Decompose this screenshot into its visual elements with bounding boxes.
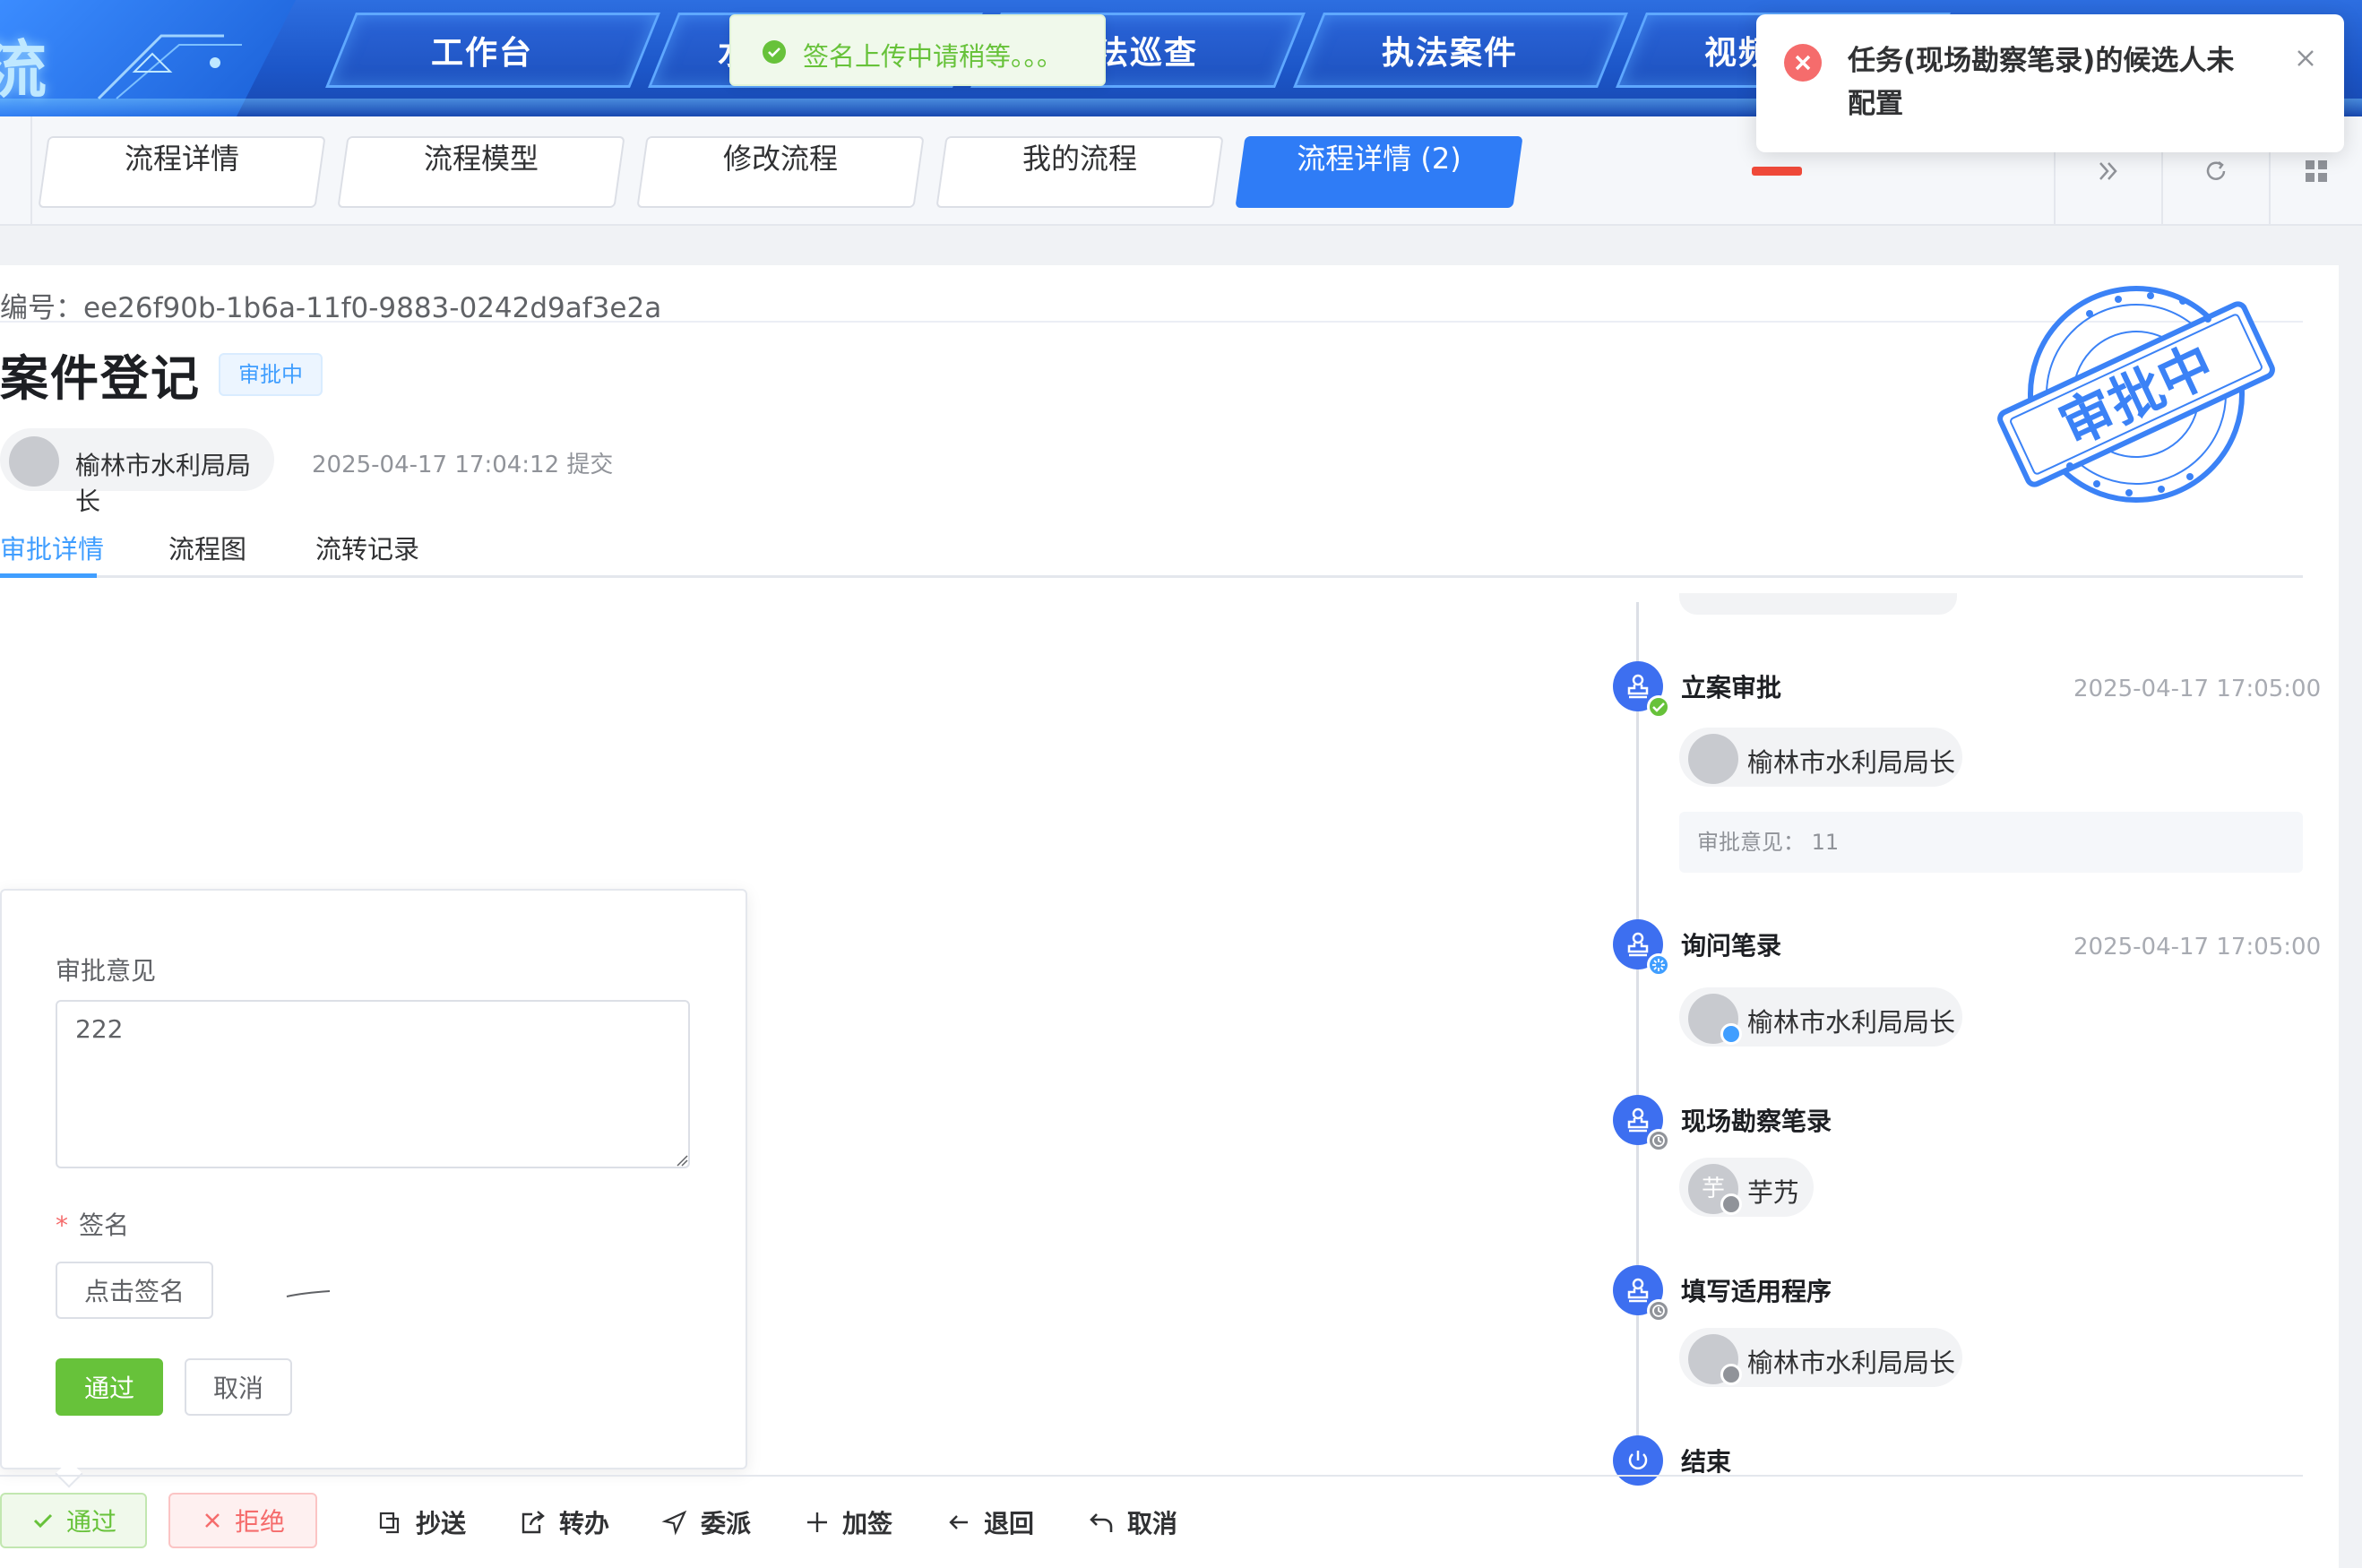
copy-button[interactable]: 抄送 [376,1502,466,1543]
tab-transfer-records[interactable]: 流转记录 [315,529,419,566]
node-title: 询问笔录 [1681,931,1782,961]
clock-icon [1720,1193,1742,1215]
stamp-icon [1627,674,1649,699]
brand-decoration-icon [97,34,242,100]
tab-label: 流程详情 (2) [1297,142,1461,176]
undo-icon [1090,1513,1113,1532]
page-title: 案件登记 [0,350,201,407]
arrow-left-icon [949,1515,968,1529]
send-icon [661,1510,687,1536]
tab-label: 我的流程 [1022,142,1137,176]
copy-icon [379,1512,400,1534]
resize-handle-icon[interactable] [676,1154,688,1167]
approval-stamp: 审批中 [1997,286,2275,503]
avatar [9,436,59,487]
node-time: 2025-04-17 17:05:00 [2073,676,2322,702]
loading-icon [1720,1023,1742,1045]
node-user-name: 榆林市水利局局长 [1747,1348,1956,1378]
node-comment: 审批意见： 11 [1679,812,2303,873]
node-time: 2025-04-17 17:05:00 [2073,934,2322,961]
tab-flow-chart[interactable]: 流程图 [168,529,246,566]
node-title: 结束 [1681,1447,1732,1477]
check-icon [33,1513,53,1529]
popover-pass-button[interactable]: 通过 [56,1358,163,1416]
order-number: 编号：ee26f90b-1b6a-11f0-9883-0242d9af3e2a [0,292,662,324]
reject-button[interactable]: 拒绝 [168,1493,317,1548]
approval-opinion-input[interactable]: 222 [56,1000,690,1168]
stamp-icon [1627,1107,1649,1133]
timeline-track [1636,602,1639,1480]
node-user-chip: 榆林市水利局局长 [1679,987,1962,1047]
opinion-label: 审批意见 [56,956,157,986]
node-user-chip: 芋 芋艿 [1679,1158,1814,1217]
signature-label: * 签名 [56,1210,130,1240]
share-icon [522,1511,545,1534]
clock-icon [1720,1364,1742,1385]
tab-label: 修改流程 [722,142,838,176]
toast-message: 签名上传中请稍等。。。 [803,41,1064,72]
close-icon [205,1513,220,1528]
submitter-name: 榆林市水利局局长 [75,451,252,516]
node-user-name: 榆林市水利局局长 [1747,1007,1956,1038]
node-user-name: 芋艿 [1747,1177,1800,1208]
clock-icon [1647,1299,1670,1322]
power-icon [1628,1451,1648,1469]
tab-indicator [1752,167,1802,176]
return-button[interactable]: 退回 [946,1502,1034,1543]
error-notification: 任务(现场勘察笔录)的候选人未配置 [1756,14,2344,152]
transfer-button[interactable]: 转办 [518,1502,609,1543]
avatar [1688,734,1738,784]
approve-button[interactable]: 通过 [0,1493,147,1548]
submit-time: 2025-04-17 17:04:12 提交 [312,452,614,478]
tab-label: 流程模型 [423,142,539,176]
node-end-icon [1613,1435,1663,1486]
error-icon [1784,44,1822,82]
cancel-process-button[interactable]: 取消 [1088,1502,1177,1543]
required-mark: * [56,1210,68,1240]
clock-icon [1647,1129,1670,1152]
signature-preview [286,1290,331,1297]
grid-icon [2306,160,2327,182]
tab-approval-detail[interactable]: 审批详情 [0,529,104,566]
stamp-icon [1627,932,1649,957]
stamp-icon [1627,1278,1649,1303]
node-title: 填写适用程序 [1681,1277,1832,1306]
refresh-icon [2206,161,2226,180]
success-icon [763,40,786,64]
status-badge: 审批中 [219,353,323,396]
sign-button[interactable]: 点击签名 [56,1262,213,1319]
node-title: 立案审批 [1681,673,1782,702]
brand-title: 流 [0,33,47,107]
nav-item-label: 执法案件 [1381,35,1518,72]
close-icon[interactable] [2292,45,2319,72]
loading-icon [1647,953,1670,977]
submitter-chip: 榆林市水利局局长 [0,428,274,516]
notification-message: 任务(现场勘察笔录)的候选人未配置 [1848,45,2235,120]
delegate-button[interactable]: 委派 [661,1502,751,1543]
success-toast: 签名上传中请稍等。。。 [729,14,1106,86]
tab-label: 流程详情 [124,142,239,176]
node-user-name: 榆林市水利局局长 [1747,747,1956,778]
popover-cancel-button[interactable]: 取消 [185,1358,292,1416]
check-icon [1647,695,1670,719]
tab-active-indicator [0,573,97,578]
timeline-previous-item [1679,593,1957,615]
node-user-chip: 榆林市水利局局长 [1679,728,1962,787]
plus-icon [807,1512,827,1532]
node-user-chip: 榆林市水利局局长 [1679,1328,1962,1387]
node-title: 现场勘察笔录 [1681,1107,1832,1136]
add-sign-button[interactable]: 加签 [805,1502,892,1543]
double-chevron-right-icon [2099,162,2117,180]
